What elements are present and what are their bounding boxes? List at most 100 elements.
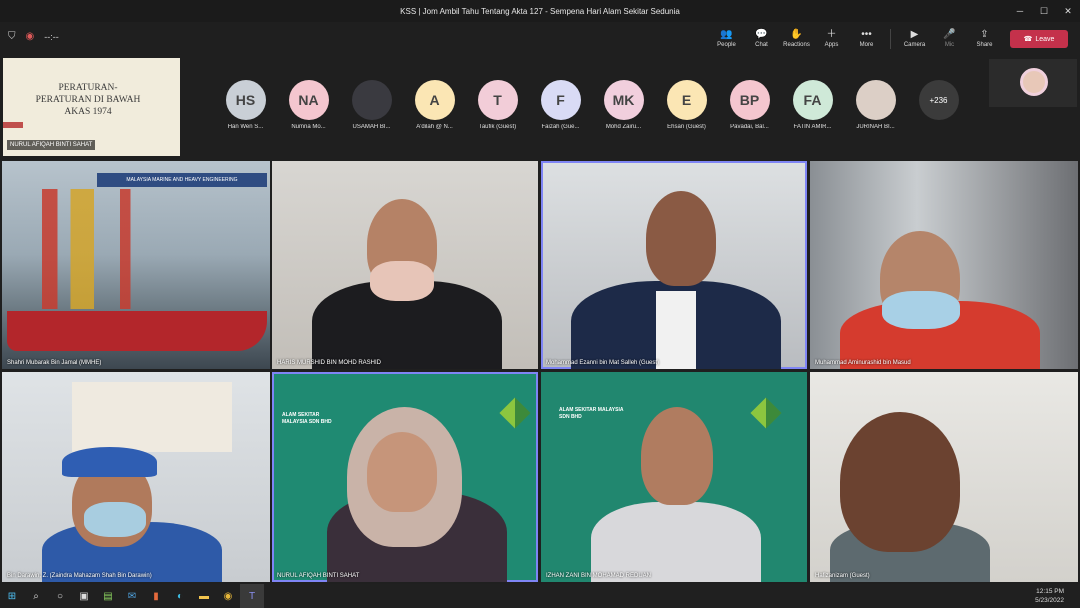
profile-photo: [855, 80, 896, 120]
participant-avatar[interactable]: JURINAH BI...: [844, 80, 907, 130]
video-tile[interactable]: HARIS MURSHID BIN MOHD RASHID: [272, 161, 538, 369]
slide-ribbon: [3, 122, 23, 128]
search-icon[interactable]: ⌕: [24, 584, 48, 608]
participant-avatar[interactable]: E Ehsan (Guest): [655, 80, 718, 130]
camera-button[interactable]: ▶ Camera: [899, 25, 930, 53]
windows-taskbar: ⊞ ⌕ ○ ▣ ▤ ✉ ▮ ◐ ▬ ◉ T 12:15 PM 5/23/2022: [0, 584, 1080, 608]
initials-circle: FA: [792, 80, 833, 120]
file-explorer-icon[interactable]: ▬: [192, 584, 216, 608]
participant-name: Han Wen S...: [227, 124, 264, 130]
toolbar-divider: [890, 29, 891, 49]
company-logo-icon: [750, 397, 782, 429]
participant-strip: PERATURAN-PERATURAN DI BAWAH AKAS 1974 N…: [0, 56, 1080, 160]
initials-circle: BP: [729, 80, 770, 120]
participant-avatar[interactable]: +236: [907, 80, 970, 130]
video-tile[interactable]: Muhammad Aminurashid bin Masud: [810, 161, 1078, 369]
people-icon: 👥: [720, 29, 733, 40]
minimize-icon[interactable]: ─: [1008, 0, 1032, 22]
participant-name: USAMAH BI...: [352, 124, 391, 130]
participant-avatar[interactable]: F Faizah (Gue...: [529, 80, 592, 130]
window-controls: ─ ☐ ✕: [1008, 0, 1080, 22]
chrome-icon[interactable]: ◉: [216, 584, 240, 608]
self-view[interactable]: [989, 59, 1077, 107]
edge-icon[interactable]: ◐: [168, 584, 192, 608]
person-head: [646, 191, 716, 286]
share-icon: ⇪: [980, 29, 989, 40]
close-icon[interactable]: ✕: [1056, 0, 1080, 22]
video-tile[interactable]: MALAYSIA MARINE AND HEAVY ENGINEERING Sh…: [2, 161, 270, 369]
start-icon[interactable]: ⊞: [0, 584, 24, 608]
shared-screen-thumbnail[interactable]: PERATURAN-PERATURAN DI BAWAH AKAS 1974 N…: [3, 58, 180, 156]
participant-avatar[interactable]: USAMAH BI...: [340, 80, 403, 130]
people-button[interactable]: 👥 People: [711, 25, 742, 53]
meeting-timer: --:--: [44, 31, 59, 42]
avatar-row: HS Han Wen S... NA Numna Mo... USAMAH BI... A…: [214, 80, 970, 130]
participant-avatar[interactable]: FA FATIN AMIR...: [781, 80, 844, 130]
company-name: ALAM SEKITAR MALAYSIA SDN BHD: [559, 407, 624, 420]
system-clock[interactable]: 12:15 PM 5/23/2022: [1035, 587, 1064, 605]
participant-name: Mohd Zairu...: [605, 124, 642, 130]
share-button[interactable]: ⇪ Share: [969, 25, 1000, 53]
participant-name: FATIN AMIR...: [793, 124, 832, 130]
person-head: [840, 412, 960, 552]
initials-circle: MK: [603, 80, 644, 120]
notice-board: [72, 382, 232, 452]
person-face: [367, 432, 437, 512]
title-bar: KSS | Jom Ambil Tahu Tentang Akta 127 - …: [0, 0, 1080, 22]
apps-button[interactable]: ＋ Apps: [816, 25, 847, 53]
participant-avatar[interactable]: A A'dilah @ N...: [403, 80, 466, 130]
reactions-button[interactable]: ✋ Reactions: [781, 25, 812, 53]
shield-icon[interactable]: ⛉: [8, 31, 16, 42]
participant-avatar[interactable]: HS Han Wen S...: [214, 80, 277, 130]
meeting-toolbar: ⛉ ◉ --:-- 👥 People 💬 Chat ✋ Reactions ＋ Apps…: [0, 22, 1080, 56]
profile-photo: [351, 80, 392, 120]
initials-circle: A: [414, 80, 455, 120]
initials-circle: E: [666, 80, 707, 120]
taskview-icon[interactable]: ○: [48, 584, 72, 608]
reactions-icon: ✋: [790, 29, 803, 40]
participant-name: A'dilah @ N...: [416, 124, 453, 130]
mail-icon[interactable]: ✉: [120, 584, 144, 608]
widgets-icon[interactable]: ▣: [72, 584, 96, 608]
video-tile[interactable]: Hafizanizam (Guest): [810, 372, 1078, 582]
person-body: [591, 502, 761, 582]
participant-avatar[interactable]: NA Numna Mo...: [277, 80, 340, 130]
ship-hull: [7, 311, 267, 351]
video-tile[interactable]: Bin Darawin, Z. (Zaindra Mahazam Shah Bi…: [2, 372, 270, 582]
mic-button[interactable]: 🎤 Mic: [934, 25, 965, 53]
camera-icon: ▶: [910, 29, 919, 40]
participant-name: Faizah (Gue...: [541, 124, 580, 130]
video-tile-speaking[interactable]: Mohammad Ezanni bin Mat Salleh (Guest): [541, 161, 807, 369]
shirt: [656, 291, 696, 369]
office-icon[interactable]: ▮: [144, 584, 168, 608]
person-head: [641, 407, 713, 505]
teams-icon[interactable]: T: [240, 584, 264, 608]
self-avatar: [1020, 68, 1048, 96]
participant-avatar[interactable]: BP Pavadai, Bal...: [718, 80, 781, 130]
participant-name: Numna Mo...: [291, 124, 326, 130]
store-icon[interactable]: ▤: [96, 584, 120, 608]
participant-name: JURINAH BI...: [856, 124, 895, 130]
leave-button[interactable]: ☎ Leave: [1010, 30, 1068, 48]
face-mask: [882, 291, 960, 329]
presenter-name: NURUL AFIQAH BINTI SAHAT: [7, 140, 96, 150]
maximize-icon[interactable]: ☐: [1032, 0, 1056, 22]
participant-avatar[interactable]: T Taufik (Guest): [466, 80, 529, 130]
company-name: ALAM SEKITAR MALAYSIA SDN BHD: [282, 412, 332, 425]
video-grid: MALAYSIA MARINE AND HEAVY ENGINEERING Sh…: [0, 160, 1080, 584]
more-button[interactable]: ••• More: [851, 25, 882, 53]
face-mask: [84, 502, 146, 537]
video-tile[interactable]: ALAM SEKITAR MALAYSIA SDN BHD IZHAN ZANI…: [541, 372, 807, 582]
participant-name: Ehsan (Guest): [667, 124, 706, 130]
participant-name: Pavadai, Bal...: [730, 124, 769, 130]
more-icon: •••: [861, 29, 872, 40]
video-tile-presenter[interactable]: ALAM SEKITAR MALAYSIA SDN BHD NURUL AFIQ…: [272, 372, 538, 582]
initials-circle: +236: [918, 80, 959, 120]
initials-circle: T: [477, 80, 518, 120]
participant-avatar[interactable]: MK Mohd Zairu...: [592, 80, 655, 130]
participant-name: Taufik (Guest): [478, 124, 517, 130]
phone-icon: ☎: [1023, 36, 1033, 43]
banner-sign: MALAYSIA MARINE AND HEAVY ENGINEERING: [97, 173, 267, 187]
apps-icon: ＋: [826, 29, 837, 40]
chat-button[interactable]: 💬 Chat: [746, 25, 777, 53]
